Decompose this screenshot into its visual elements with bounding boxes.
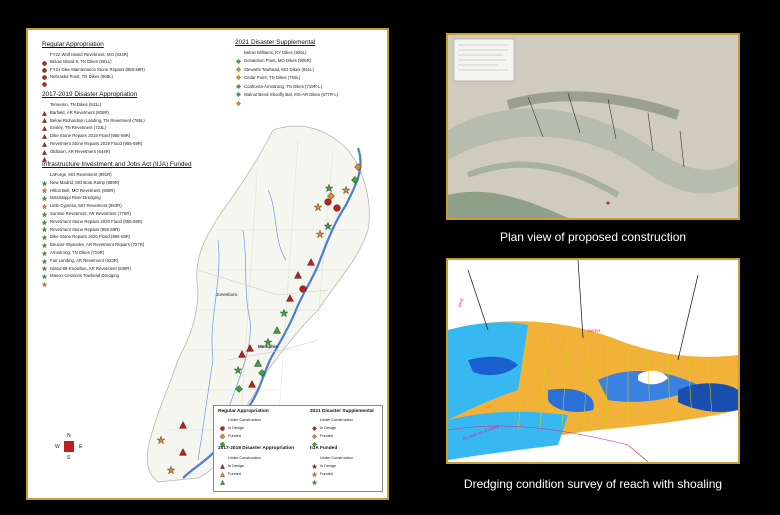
plan-view-drawing <box>448 35 738 218</box>
box-legend-symbol-icon <box>220 456 225 469</box>
project-marker-icon <box>156 435 166 445</box>
box-d1719-title: 2017-2019 Disaster Appropriation <box>218 446 295 451</box>
project-marker-icon <box>294 271 302 279</box>
project-marker-icon <box>299 285 307 293</box>
project-marker-icon <box>323 221 333 231</box>
box-legend-symbol-icon <box>312 434 317 447</box>
project-marker-icon <box>166 465 176 475</box>
box-legend-symbol-icon <box>312 418 317 431</box>
project-marker-icon <box>307 258 315 266</box>
box-legend-label: In Design <box>320 426 337 430</box>
box-legend-symbol-icon <box>220 464 225 477</box>
box-legend-symbol-icon <box>220 472 225 485</box>
project-marker-icon <box>179 421 187 429</box>
project-marker-icon <box>279 308 289 318</box>
project-marker-icon <box>313 202 323 212</box>
box-iija-title: IIJA Funded <box>310 446 338 451</box>
survey-caption: Dredging condition survey of reach with … <box>463 477 723 491</box>
project-marker-icon <box>324 183 334 193</box>
project-marker-icon <box>333 204 341 212</box>
box-regular-title: Regular Appropriation <box>218 409 269 414</box>
project-marker-icon <box>324 198 332 206</box>
castle-logo-icon <box>64 441 74 452</box>
survey-drawing <box>448 260 738 462</box>
project-marker-icon <box>248 380 256 388</box>
box-legend-symbol-icon <box>311 464 318 477</box>
box-d2021-title: 2021 Disaster Supplemental <box>310 409 374 414</box>
compass-rose: N W E S <box>55 433 85 463</box>
compass-s: S <box>67 455 71 461</box>
box-legend-label: Under Construction <box>228 418 261 422</box>
compass-n: N <box>67 433 71 439</box>
project-marker-icon <box>235 385 243 393</box>
project-marker-icon <box>258 369 266 377</box>
project-marker-icon <box>315 229 325 239</box>
compass-w: W <box>55 444 60 450</box>
box-legend-symbol-icon <box>311 472 318 485</box>
project-marker-icon <box>273 326 281 334</box>
box-legend-label: Funded <box>320 472 333 476</box>
plan-view-image <box>446 33 740 220</box>
plan-view-caption: Plan view of proposed construction <box>499 230 687 244</box>
project-marker-icon <box>179 448 187 456</box>
box-legend-symbol-icon <box>220 418 225 431</box>
box-legend-label: Funded <box>228 434 241 438</box>
box-legend-label: Under Construction <box>320 418 353 422</box>
dredging-survey-image: DIKE RIVER ISLAND NO 8 DIKES <box>446 258 740 464</box>
compass-e: E <box>79 444 83 450</box>
box-legend-label: In Design <box>228 464 245 468</box>
box-legend-label: Funded <box>228 472 241 476</box>
box-legend-label: In Design <box>320 464 337 468</box>
box-legend-label: Under Construction <box>320 456 353 460</box>
symbol-legend-box: Regular Appropriation Under Construction… <box>213 405 383 492</box>
project-marker-icon <box>286 294 294 302</box>
project-marker-icon <box>354 163 362 171</box>
box-legend-label: Funded <box>320 434 333 438</box>
project-marker-icon <box>233 365 243 375</box>
box-legend-label: In Design <box>228 426 245 430</box>
project-marker-icon <box>263 337 273 347</box>
project-marker-icon <box>246 344 254 352</box>
box-legend-symbol-icon <box>312 426 317 439</box>
project-marker-icon <box>351 176 359 184</box>
box-legend-label: Under Construction <box>228 456 261 460</box>
survey-label-river: RIVER <box>588 328 601 333</box>
project-marker-icon <box>341 185 351 195</box>
box-legend-symbol-icon <box>220 426 225 439</box>
box-legend-symbol-icon <box>311 456 318 469</box>
project-marker-icon <box>254 359 262 367</box>
project-map: Regular Appropriation FY22 Wolf Island R… <box>26 28 389 500</box>
box-legend-symbol-icon <box>220 434 225 447</box>
project-marker-icon <box>238 350 246 358</box>
